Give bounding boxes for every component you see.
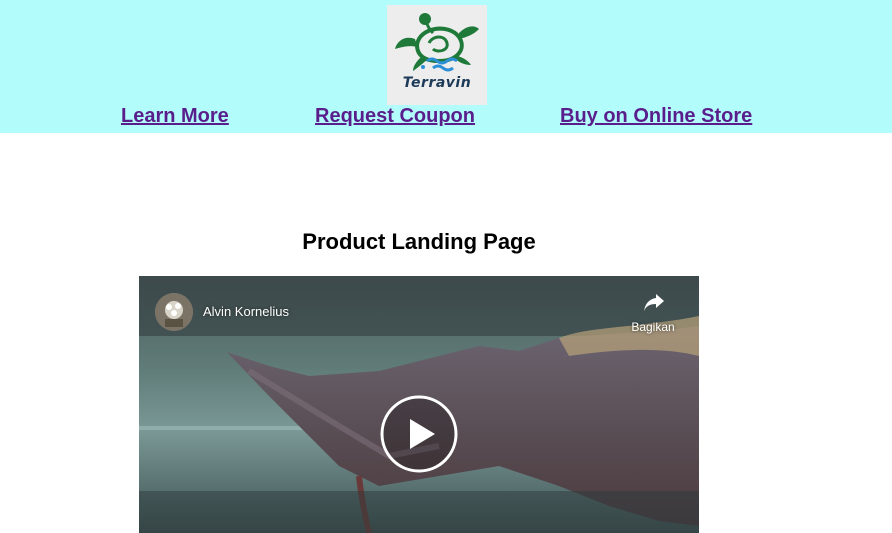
share-icon [644,294,664,311]
terravin-logo: Terravin [387,5,487,105]
share-label: Bagikan [631,320,675,334]
share-button[interactable]: Bagikan [623,290,683,338]
video-player[interactable]: Alvin Kornelius Bagikan [139,276,699,533]
channel-avatar[interactable] [155,293,193,331]
play-icon [380,395,458,473]
play-button[interactable] [379,394,459,474]
page-title: Product Landing Page [302,229,536,254]
avatar-icon [155,293,193,331]
site-header: Terravin Learn More Request Coupon Buy o… [0,0,892,133]
channel-name[interactable]: Alvin Kornelius [203,304,289,319]
request-coupon-link[interactable]: Request Coupon [315,105,475,128]
logo-wordmark: Terravin [402,75,472,91]
buy-online-store-link[interactable]: Buy on Online Store [560,105,752,128]
learn-more-link[interactable]: Learn More [121,105,229,128]
